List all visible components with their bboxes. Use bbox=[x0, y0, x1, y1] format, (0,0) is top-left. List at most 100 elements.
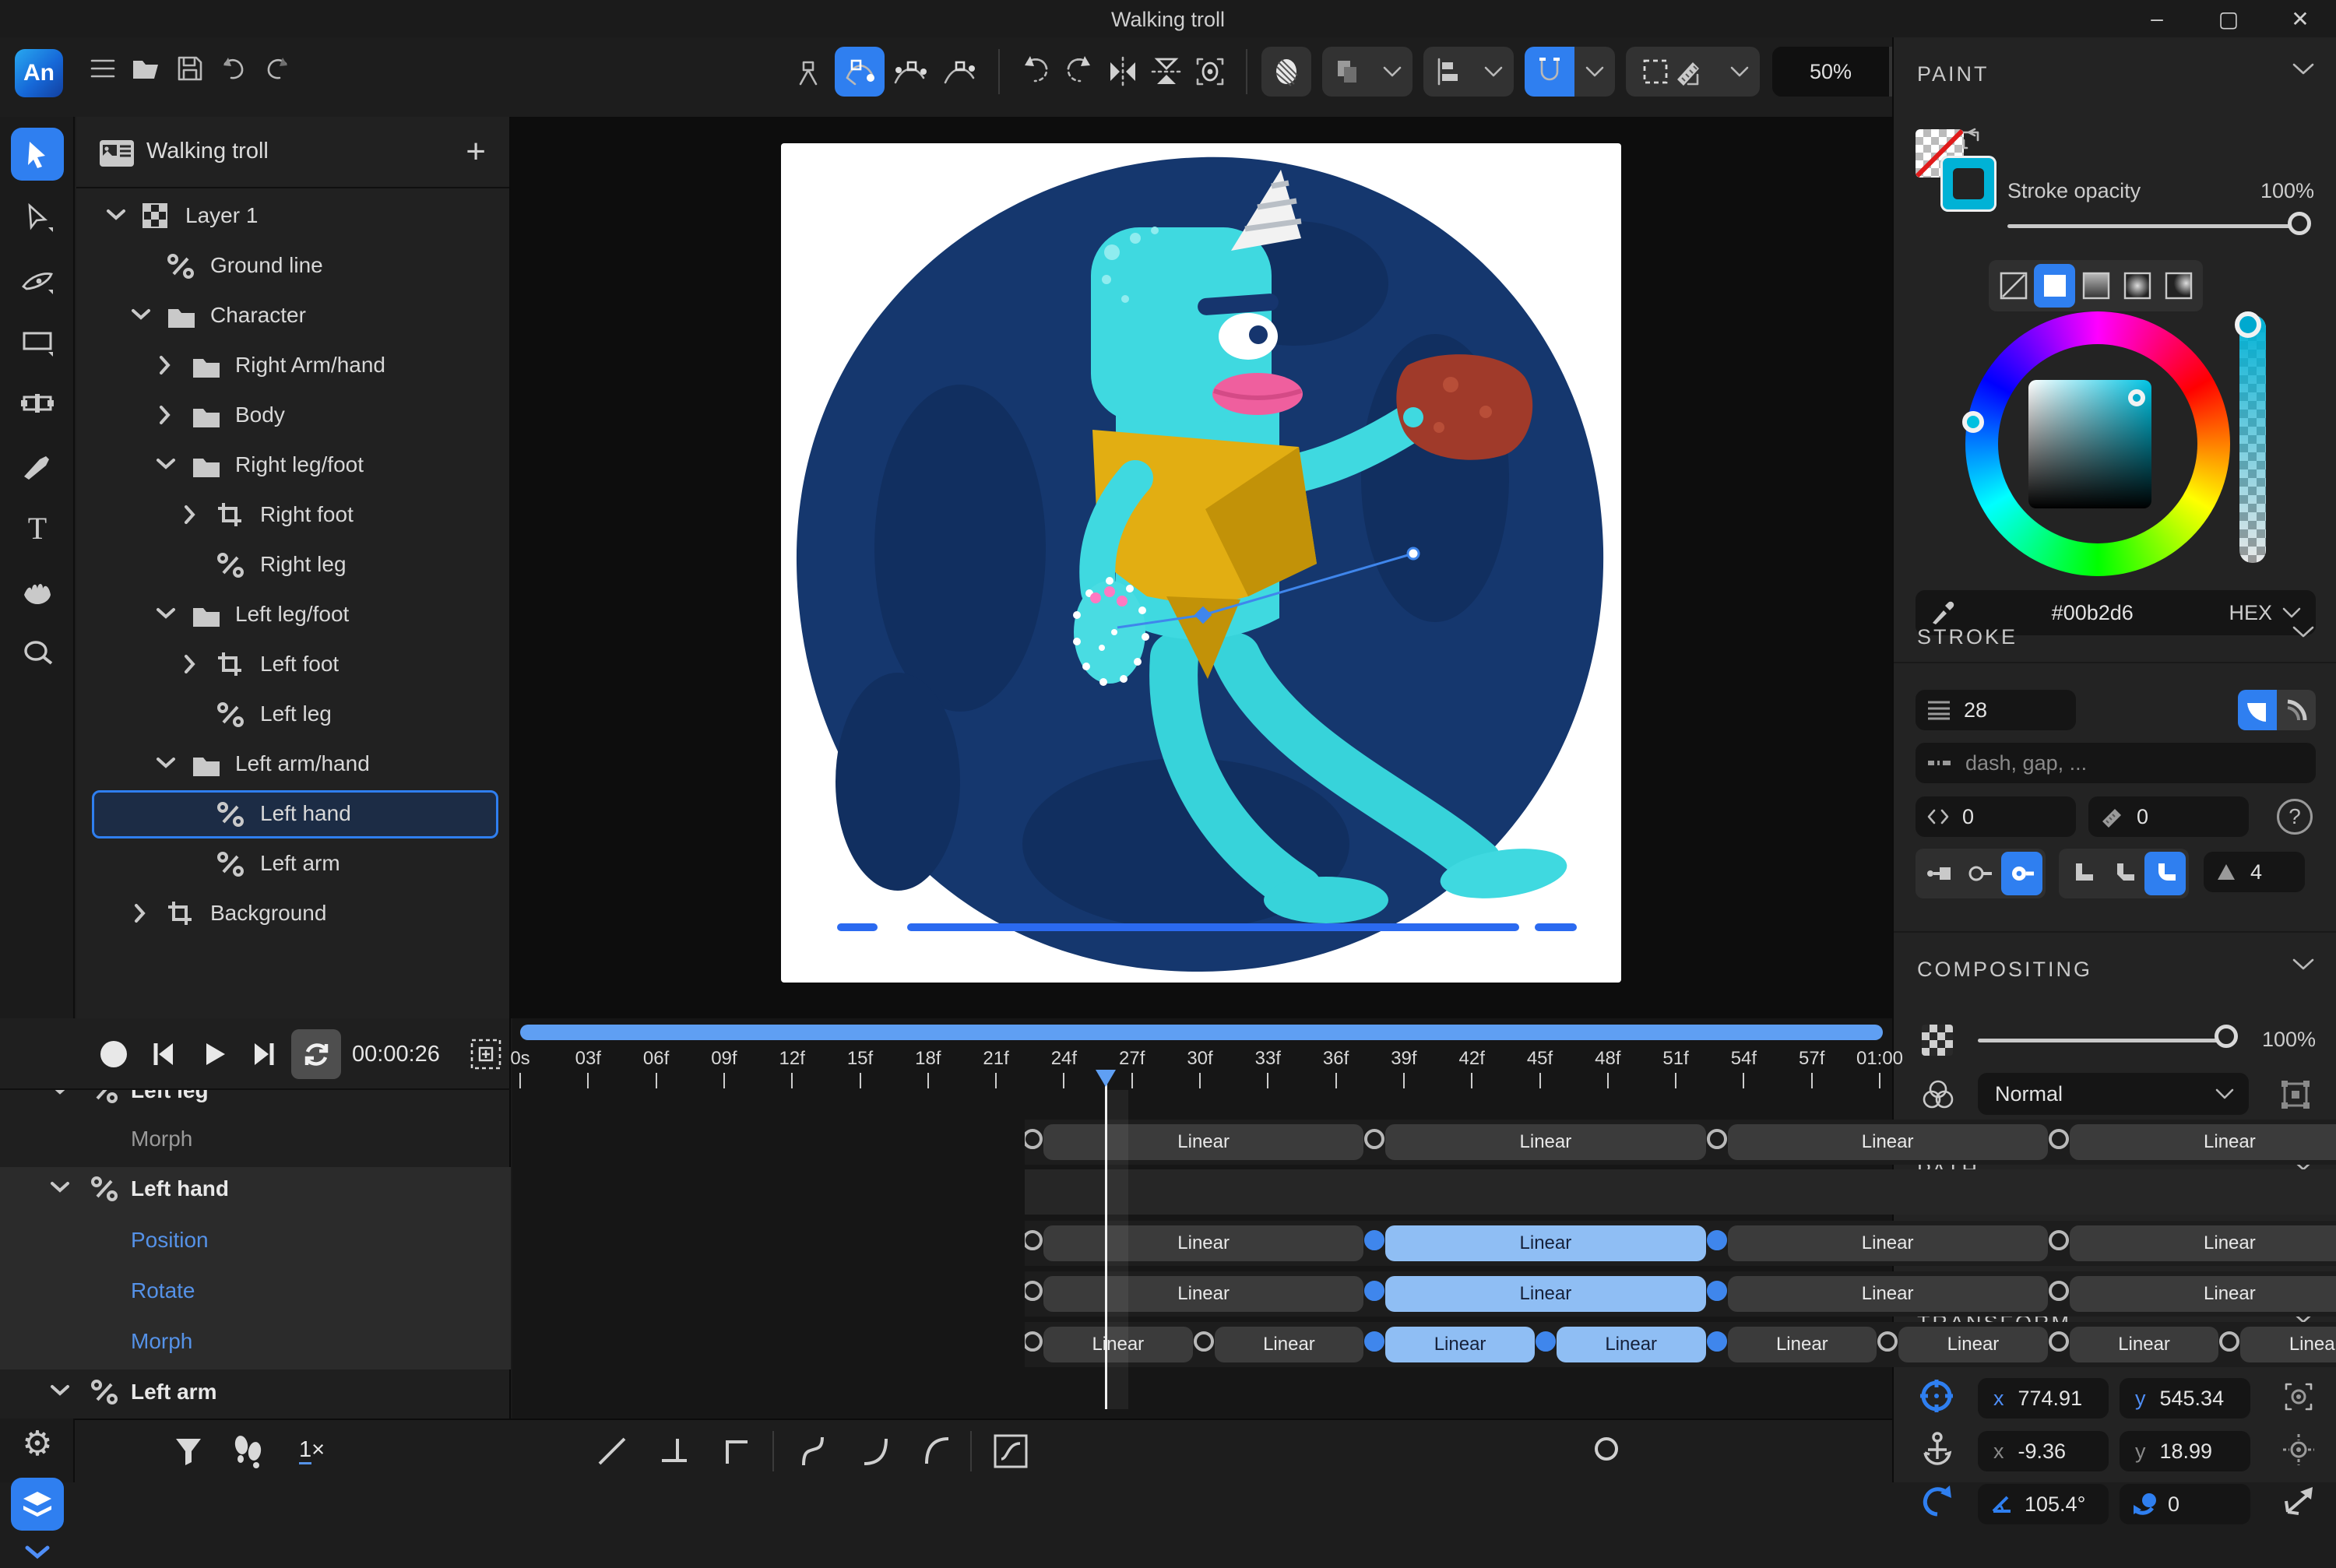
rotation-spin-field[interactable]: 0 bbox=[2120, 1484, 2250, 1524]
skew-icon[interactable] bbox=[2281, 1485, 2316, 1520]
timeline-row-label-morph[interactable]: Morph bbox=[131, 1329, 192, 1354]
track-left-hand-morph-keyframe-7[interactable] bbox=[2219, 1331, 2239, 1352]
settings-gear-icon[interactable]: ⚙ bbox=[11, 1417, 64, 1470]
chevron-down-icon[interactable] bbox=[106, 209, 126, 225]
center-view-icon[interactable] bbox=[1188, 50, 1232, 93]
text-tool[interactable]: T bbox=[11, 501, 64, 554]
layer-tree-item-ground-line[interactable]: Ground line bbox=[76, 241, 511, 291]
maximize-button[interactable]: ▢ bbox=[2211, 3, 2246, 34]
paint-radial-gradient-button[interactable] bbox=[2116, 264, 2158, 308]
stroke-opacity-slider[interactable] bbox=[2007, 224, 2299, 228]
layer-tree-item-left-leg-foot[interactable]: Left leg/foot bbox=[76, 590, 511, 640]
track-rotate-tween-1[interactable]: Linear bbox=[1385, 1276, 1705, 1312]
add-node-tool[interactable] bbox=[885, 47, 934, 97]
snap-magnet-button[interactable] bbox=[1525, 47, 1574, 97]
stroke-offset-value[interactable]: 0 bbox=[1962, 805, 1974, 829]
eyedropper-icon[interactable] bbox=[1930, 599, 1956, 626]
rotation-angle-field[interactable]: 105.4° bbox=[1978, 1484, 2109, 1524]
ease-out-icon[interactable] bbox=[914, 1428, 961, 1475]
ease-linear-icon[interactable] bbox=[589, 1428, 635, 1475]
join-miter-button[interactable] bbox=[2062, 852, 2103, 895]
timeline-scrollbar[interactable] bbox=[520, 1025, 1883, 1040]
chevron-down-icon[interactable] bbox=[50, 1384, 70, 1401]
snap-chevron-icon[interactable] bbox=[1574, 47, 1615, 97]
stroke-opacity-slider-handle[interactable] bbox=[2288, 212, 2311, 235]
app-logo[interactable]: An bbox=[15, 49, 63, 97]
chevron-down-icon[interactable] bbox=[50, 1181, 70, 1197]
rotate-cw-icon[interactable] bbox=[1057, 50, 1101, 93]
timeline-row-label-rotate[interactable]: Rotate bbox=[131, 1278, 195, 1303]
play-button[interactable] bbox=[189, 1029, 239, 1079]
alpha-slider[interactable] bbox=[2239, 315, 2266, 563]
width-tool[interactable] bbox=[11, 377, 64, 430]
artboard[interactable] bbox=[781, 143, 1621, 983]
undo-icon[interactable] bbox=[212, 47, 255, 90]
playhead-handle[interactable] bbox=[1094, 1068, 1117, 1088]
stroke-offset-field[interactable]: 0 bbox=[1916, 796, 2076, 837]
marquee-ruler-button[interactable] bbox=[1626, 47, 1719, 97]
pen-tool[interactable] bbox=[11, 252, 64, 305]
align-chevron-icon[interactable] bbox=[1473, 47, 1514, 97]
add-layer-button[interactable]: + bbox=[466, 132, 486, 171]
timeline-track-area[interactable]: 0s03f06f09f12f15f18f21f24f27f30f33f36f39… bbox=[512, 1018, 1892, 1419]
track-position-keyframe-2[interactable] bbox=[1707, 1230, 1727, 1250]
track-left-leg-morph-tween-3[interactable]: Linear bbox=[2070, 1124, 2336, 1160]
zoom-level-value[interactable]: 50% bbox=[1772, 47, 1889, 97]
node-tool[interactable] bbox=[785, 47, 835, 97]
track-left-leg-morph-keyframe-1[interactable] bbox=[1364, 1129, 1384, 1149]
track-left-leg-morph-keyframe-3[interactable] bbox=[2049, 1129, 2069, 1149]
open-folder-icon[interactable] bbox=[125, 47, 168, 90]
track-left-hand-morph-keyframe-1[interactable] bbox=[1194, 1331, 1214, 1352]
remove-node-tool[interactable] bbox=[934, 47, 984, 97]
track-left-hand-morph-keyframe-3[interactable] bbox=[1536, 1331, 1556, 1352]
timeline-zoom-handle[interactable] bbox=[1595, 1437, 1618, 1461]
timeline-row-label-left-leg[interactable]: Left leg bbox=[131, 1090, 209, 1103]
rotation-spin-value[interactable]: 0 bbox=[2168, 1492, 2179, 1517]
cap-butt-button[interactable] bbox=[1919, 852, 1960, 895]
layer-tree-item-left-hand[interactable]: Left hand bbox=[76, 789, 511, 839]
chevron-right-icon[interactable] bbox=[184, 505, 196, 529]
cap-projecting-button[interactable] bbox=[2001, 852, 2042, 895]
layer-tree-item-right-arm-hand[interactable]: Right Arm/hand bbox=[76, 341, 511, 391]
cap-round-button[interactable] bbox=[1960, 852, 2001, 895]
chevron-down-icon[interactable] bbox=[156, 757, 176, 773]
hand-tool[interactable] bbox=[11, 564, 64, 617]
dash-field[interactable]: dash, gap, ... bbox=[1916, 743, 2316, 783]
track-position-tween-1[interactable]: Linear bbox=[1385, 1225, 1705, 1261]
layer-tree-item-right-leg-foot[interactable]: Right leg/foot bbox=[76, 441, 511, 490]
layer-tree-item-layer-1[interactable]: Layer 1 bbox=[76, 192, 511, 241]
ease-hold-start-icon[interactable] bbox=[713, 1428, 760, 1475]
ease-hold-end-icon[interactable] bbox=[651, 1428, 698, 1475]
layer-tree-item-left-arm-hand[interactable]: Left arm/hand bbox=[76, 740, 511, 789]
flip-horizontal-icon[interactable] bbox=[1101, 50, 1145, 93]
brush-tool[interactable] bbox=[11, 439, 64, 492]
track-left-leg-morph-tween-2[interactable]: Linear bbox=[1728, 1124, 2048, 1160]
close-button[interactable]: ✕ bbox=[2283, 3, 2317, 34]
chevron-down-icon[interactable] bbox=[156, 607, 176, 624]
sv-square[interactable] bbox=[2028, 380, 2151, 508]
track-left-leg-morph-keyframe-2[interactable] bbox=[1707, 1129, 1727, 1149]
fill-texture-button[interactable] bbox=[1261, 47, 1311, 97]
join-bevel-button[interactable] bbox=[2103, 852, 2144, 895]
ease-in-out-icon[interactable] bbox=[790, 1428, 836, 1475]
miter-limit-value[interactable]: 4 bbox=[2250, 860, 2262, 884]
track-left-hand-morph-keyframe-5[interactable] bbox=[1877, 1331, 1898, 1352]
chevron-right-icon[interactable] bbox=[159, 355, 171, 379]
compositing-collapse-icon[interactable] bbox=[2291, 958, 2316, 976]
stroke-length-value[interactable]: 0 bbox=[2137, 805, 2148, 829]
miter-limit-field[interactable]: 4 bbox=[2204, 852, 2305, 892]
layer-tree-item-background[interactable]: Background bbox=[76, 889, 511, 939]
stroke-taper-button[interactable] bbox=[2277, 690, 2316, 730]
hex-value[interactable]: #00b2d6 bbox=[1956, 601, 2229, 625]
sv-handle[interactable] bbox=[2128, 389, 2145, 406]
paint-collapse-icon[interactable] bbox=[2291, 62, 2316, 80]
hex-mode-label[interactable]: HEX bbox=[2229, 601, 2272, 625]
track-position-tween-2[interactable]: Linear bbox=[1728, 1225, 2048, 1261]
paint-solid-button[interactable] bbox=[2034, 264, 2075, 308]
track-position-keyframe-3[interactable] bbox=[2049, 1230, 2069, 1250]
track-left-hand-morph-keyframe-4[interactable] bbox=[1707, 1331, 1727, 1352]
stroke-width-field[interactable]: 28 bbox=[1916, 690, 2076, 730]
timeline-row-label-morph[interactable]: Morph bbox=[131, 1127, 192, 1151]
playhead-line[interactable] bbox=[1105, 1070, 1107, 1409]
stroke-width-value[interactable]: 28 bbox=[1964, 698, 1987, 722]
